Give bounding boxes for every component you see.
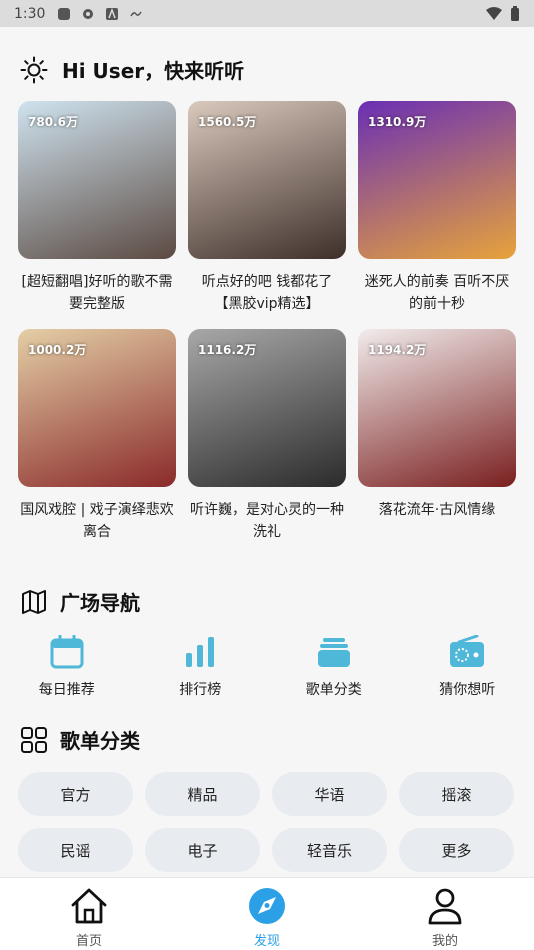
profile-icon — [428, 888, 462, 925]
playlist-cover[interactable]: 1116.2万 — [188, 329, 346, 487]
playlist-card[interactable]: 1560.5万 听点好的吧 钱都花了【黑胶vip精选】 — [188, 101, 346, 315]
play-count: 1000.2万 — [28, 343, 87, 357]
playlist-grid: 780.6万 [超短翻唱]好听的歌不需要完整版 1560.5万 听点好的吧 钱都… — [18, 101, 516, 543]
playlist-title[interactable]: 国风戏腔 | 戏子演绎悲欢离合 — [18, 499, 176, 543]
playlist-title[interactable]: [超短翻唱]好听的歌不需要完整版 — [18, 271, 176, 315]
status-time: 1:30 — [14, 5, 46, 22]
plaza-nav-header: 广场导航 — [20, 587, 140, 616]
playlist-cover[interactable]: 1000.2万 — [18, 329, 176, 487]
greeting-text: Hi User，快来听听 — [62, 59, 245, 83]
app-notification-icon — [58, 7, 71, 20]
category-chip-featured[interactable]: 精品 — [145, 772, 260, 816]
home-icon — [71, 888, 107, 924]
text-a-icon — [106, 7, 119, 20]
battery-icon — [511, 5, 519, 21]
discover-icon — [249, 888, 285, 924]
grid-icon — [21, 726, 47, 753]
greeting-header: Hi User，快来听听 — [20, 55, 244, 84]
tab-discover[interactable]: 发现 — [178, 878, 356, 950]
play-count: 1116.2万 — [198, 343, 257, 357]
settings-gear-icon — [83, 8, 94, 19]
play-count: 1310.9万 — [368, 115, 427, 129]
tab-label: 首页 — [75, 934, 102, 949]
playlist-card[interactable]: 780.6万 [超短翻唱]好听的歌不需要完整版 — [18, 101, 176, 315]
playlist-card[interactable]: 1116.2万 听许巍，是对心灵的一种洗礼 — [188, 329, 346, 543]
sync-off-icon — [130, 11, 143, 16]
play-count: 1560.5万 — [198, 115, 257, 129]
playlist-title[interactable]: 迷死人的前奏 百听不厌的前十秒 — [358, 271, 516, 315]
category-chip-rock[interactable]: 摇滚 — [399, 772, 514, 816]
nav-guess-you-like[interactable]: 猜你想听 — [401, 635, 534, 699]
play-count: 1194.2万 — [368, 343, 427, 357]
play-count: 780.6万 — [28, 115, 78, 129]
tab-profile[interactable]: 我的 — [356, 878, 534, 950]
nav-rankings[interactable]: 排行榜 — [134, 635, 268, 699]
folder-stack-icon — [317, 638, 350, 667]
radio-icon — [450, 635, 485, 667]
wifi-icon — [486, 6, 502, 20]
playlist-card[interactable]: 1194.2万 落花流年·古风情缘 — [358, 329, 516, 543]
nav-label: 每日推荐 — [38, 682, 95, 698]
sun-icon — [20, 56, 48, 83]
playlist-cover[interactable]: 1194.2万 — [358, 329, 516, 487]
nav-label: 歌单分类 — [305, 682, 362, 698]
category-header: 歌单分类 — [20, 725, 140, 754]
tab-home[interactable]: 首页 — [0, 878, 178, 950]
bottom-tab-bar: 首页 发现 我的 — [0, 877, 534, 950]
discover-page: Hi User，快来听听 780.6万 [超短翻唱]好听的歌不需要完整版 156… — [0, 27, 534, 877]
status-bar: 1:30 — [0, 0, 534, 27]
calendar-icon — [50, 635, 84, 669]
category-chip-electronic[interactable]: 电子 — [145, 828, 260, 872]
nav-label: 排行榜 — [179, 682, 222, 698]
category-chips: 官方 精品 华语 摇滚 民谣 电子 轻音乐 更多 — [18, 772, 516, 872]
playlist-cover[interactable]: 1560.5万 — [188, 101, 346, 259]
playlist-cover[interactable]: 1310.9万 — [358, 101, 516, 259]
playlist-title[interactable]: 落花流年·古风情缘 — [358, 499, 516, 543]
category-title: 歌单分类 — [60, 729, 140, 753]
category-chip-light-music[interactable]: 轻音乐 — [272, 828, 387, 872]
plaza-nav-row: 每日推荐 排行榜 歌单分类 猜你想听 — [0, 635, 534, 699]
category-chip-official[interactable]: 官方 — [18, 772, 133, 816]
map-icon — [22, 589, 46, 614]
nav-label: 猜你想听 — [439, 682, 496, 698]
category-chip-chinese[interactable]: 华语 — [272, 772, 387, 816]
tab-label: 我的 — [431, 934, 458, 949]
playlist-title[interactable]: 听点好的吧 钱都花了【黑胶vip精选】 — [188, 271, 346, 315]
nav-playlist-categories[interactable]: 歌单分类 — [267, 635, 401, 699]
plaza-nav-title: 广场导航 — [60, 591, 140, 615]
tab-label: 发现 — [253, 934, 280, 949]
category-chip-folk[interactable]: 民谣 — [18, 828, 133, 872]
category-chip-more[interactable]: 更多 — [399, 828, 514, 872]
playlist-title[interactable]: 听许巍，是对心灵的一种洗礼 — [188, 499, 346, 543]
playlist-card[interactable]: 1310.9万 迷死人的前奏 百听不厌的前十秒 — [358, 101, 516, 315]
nav-daily-recommend[interactable]: 每日推荐 — [0, 635, 134, 699]
bar-chart-icon — [186, 637, 215, 667]
playlist-cover[interactable]: 780.6万 — [18, 101, 176, 259]
playlist-card[interactable]: 1000.2万 国风戏腔 | 戏子演绎悲欢离合 — [18, 329, 176, 543]
